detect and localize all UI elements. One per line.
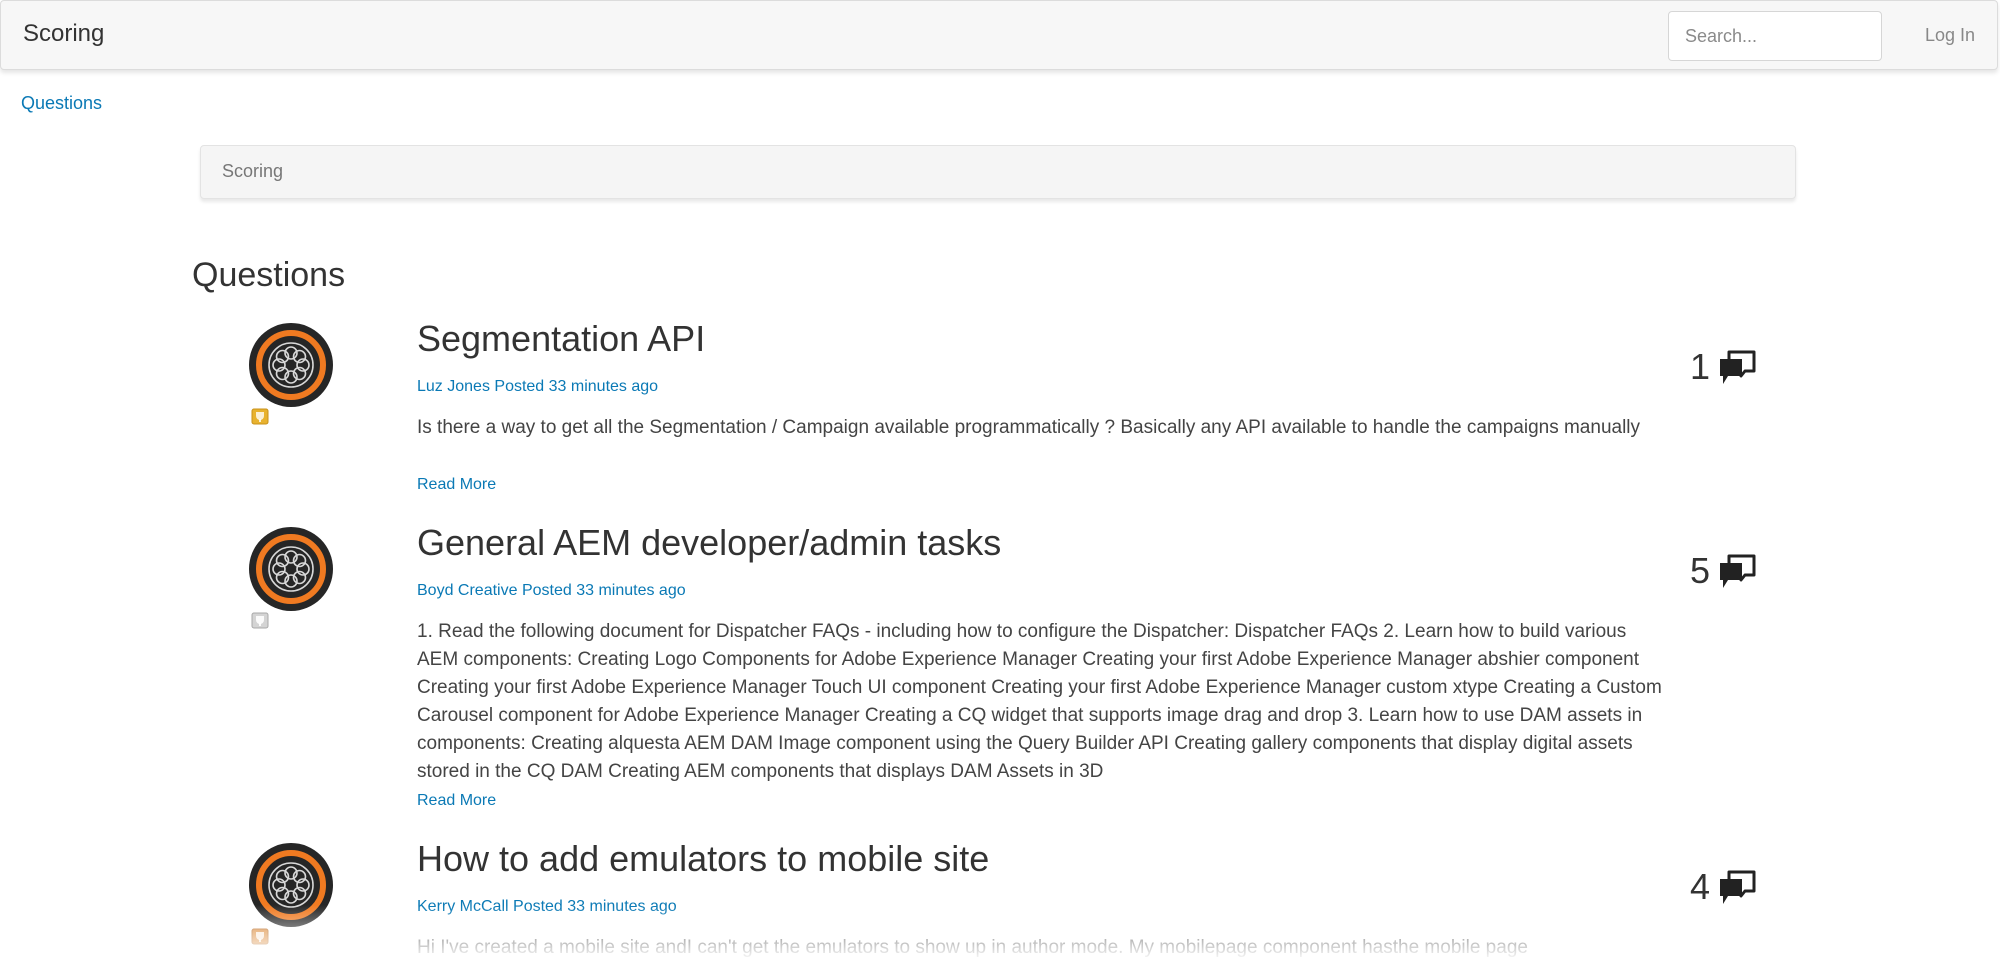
login-link[interactable]: Log In [1925,25,1975,46]
posted-time: Posted 33 minutes ago [513,898,677,915]
author-link[interactable]: Luz Jones [417,378,490,395]
posted-time: Posted 33 minutes ago [521,582,686,599]
question-meta: Kerry McCall Posted 33 minutes ago [417,898,677,916]
aem-logo-icon [253,327,329,403]
aem-logo-icon [253,531,329,607]
rank-badge-icon [251,928,269,945]
author-avatar[interactable] [249,527,333,611]
comment-bubbles-icon[interactable] [1718,870,1756,906]
search-input[interactable] [1668,11,1882,61]
author-avatar[interactable] [249,843,333,927]
top-navbar: Scoring Log In [0,0,1998,70]
rank-badge-icon [251,408,269,425]
question-title[interactable]: How to add emulators to mobile site [417,838,989,880]
section-title: Questions [192,256,346,294]
forum-header-panel: Scoring [200,145,1796,199]
author-link[interactable]: Boyd Creative [417,582,518,599]
question-meta: Luz Jones Posted 33 minutes ago [417,378,658,396]
question-excerpt: Hi I've created a mobile site andI can't… [417,937,1528,958]
aem-logo-icon [253,847,329,923]
reply-count: 5 [1690,550,1711,591]
question-meta: Boyd Creative Posted 33 minutes ago [417,582,686,600]
rank-badge-icon [251,612,269,629]
author-avatar[interactable] [249,323,333,407]
comment-bubbles-icon[interactable] [1718,554,1756,590]
comment-bubbles-icon[interactable] [1718,350,1756,386]
posted-time: Posted 33 minutes ago [494,378,659,395]
question-excerpt: 1. Read the following document for Dispa… [417,621,1662,782]
panel-title: Scoring [222,161,284,181]
reply-count: 4 [1690,866,1711,907]
question-title[interactable]: General AEM developer/admin tasks [417,522,1001,564]
read-more-link[interactable]: Read More [417,792,496,810]
site-brand[interactable]: Scoring [23,20,104,48]
author-link[interactable]: Kerry McCall [417,898,509,915]
read-more-link[interactable]: Read More [417,476,496,494]
breadcrumb-questions-link[interactable]: Questions [21,93,102,114]
question-excerpt: Is there a way to get all the Segmentati… [417,417,1641,438]
question-title[interactable]: Segmentation API [417,318,705,360]
reply-count: 1 [1690,346,1711,387]
